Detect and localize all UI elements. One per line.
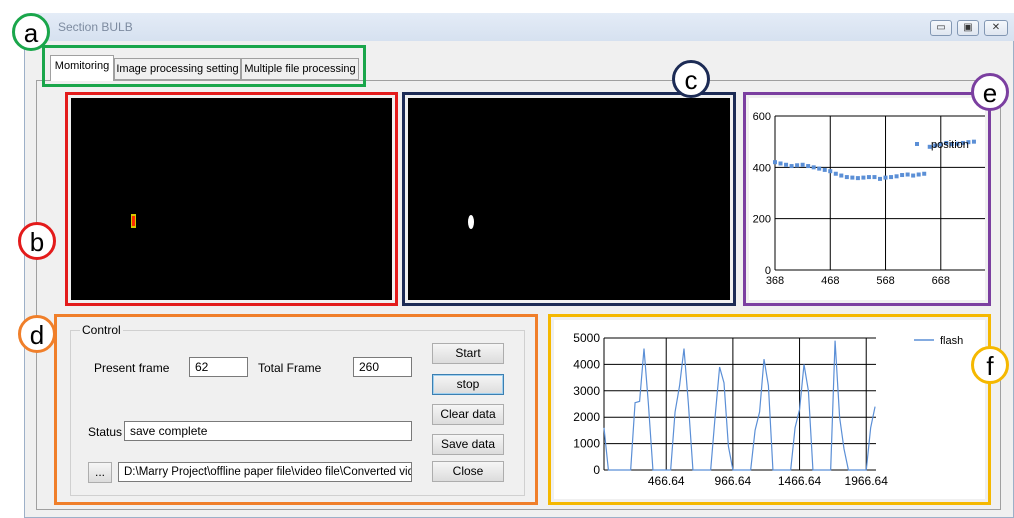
status-field[interactable]: save complete (124, 421, 412, 441)
present-frame-label: Present frame (94, 361, 170, 375)
data-point (833, 171, 838, 176)
binary-blob-svg (468, 215, 474, 229)
callout-b: b (18, 222, 56, 260)
y-tick-label: 3000 (573, 384, 600, 398)
y-tick-label: 0 (593, 463, 600, 477)
data-point (883, 175, 888, 180)
y-tick-label: 200 (753, 214, 771, 226)
raw-blob (132, 216, 135, 226)
data-point (839, 173, 844, 178)
callout-d: d (18, 315, 56, 353)
minimize-button[interactable]: ▭ (930, 20, 952, 36)
y-tick-label: 1000 (573, 437, 600, 451)
x-tick-label: 468 (821, 275, 839, 287)
x-tick-label: 568 (876, 275, 894, 287)
save-data-button[interactable]: Save data (432, 434, 504, 455)
processed-binary-view (408, 98, 730, 300)
data-point (971, 139, 976, 144)
data-point (905, 172, 910, 177)
data-point (784, 162, 789, 167)
data-point (900, 173, 905, 178)
close-window-button[interactable]: ✕ (984, 20, 1008, 36)
x-tick-label: 668 (932, 275, 950, 287)
x-tick-label: 368 (766, 275, 784, 287)
y-tick-label: 4000 (573, 357, 600, 371)
x-tick-label: 1966.64 (845, 474, 889, 488)
y-tick-label: 600 (753, 111, 771, 123)
data-point (795, 163, 800, 168)
binary-blob (468, 215, 474, 229)
x-tick-label: 1466.64 (778, 474, 822, 488)
data-point (894, 174, 899, 179)
data-point (778, 161, 783, 166)
position-chart-panel: 0 200 400 600 368 468 568 668 position (749, 98, 985, 300)
present-frame-field[interactable]: 62 (189, 357, 248, 377)
callout-e: e (971, 73, 1009, 111)
data-point (922, 171, 927, 176)
data-point (811, 165, 816, 170)
data-point (844, 175, 849, 180)
stop-button[interactable]: stop (432, 374, 504, 395)
y-tick-label: 2000 (573, 410, 600, 424)
data-point (911, 173, 916, 178)
data-point (828, 169, 833, 174)
y-tick-label: 5000 (573, 331, 600, 345)
flash-chart: 0 1000 2000 3000 4000 5000 466.64 966.64 1466.64… (573, 331, 963, 488)
flash-chart-panel: 0 1000 2000 3000 4000 5000 466.64 966.64 1466.64… (554, 320, 985, 499)
annotation-frame-tabs (42, 45, 366, 87)
window-title: Section BULB (58, 20, 133, 34)
total-frame-label: Total Frame (258, 361, 322, 375)
x-tick-label: 466.64 (648, 474, 685, 488)
callout-c: c (672, 60, 710, 98)
data-point (773, 160, 777, 165)
legend-label: position (931, 139, 969, 151)
data-point (889, 175, 894, 180)
data-point (872, 175, 877, 180)
clear-data-button[interactable]: Clear data (432, 404, 504, 425)
file-path-field[interactable]: D:\Marry Project\offline paper file\vide… (118, 462, 412, 482)
legend-marker (915, 142, 919, 146)
data-point (850, 175, 855, 180)
legend-label: flash (940, 335, 963, 347)
data-point (800, 162, 805, 167)
data-point (916, 172, 921, 177)
data-point (789, 164, 794, 169)
data-point (861, 175, 866, 180)
close-button[interactable]: Close (432, 461, 504, 482)
callout-a: a (12, 13, 50, 51)
x-tick-label: 966.64 (715, 474, 752, 488)
y-tick-label: 400 (753, 162, 771, 174)
data-point (866, 175, 871, 180)
data-point (806, 164, 811, 169)
raw-camera-view (71, 98, 392, 300)
data-point (822, 167, 827, 172)
position-chart: 0200400600368 468 568 668position (753, 111, 985, 287)
maximize-button[interactable]: ▣ (957, 20, 979, 36)
control-group-label: Control (80, 323, 123, 337)
data-point (855, 176, 860, 181)
title-bar (24, 13, 1014, 41)
total-frame-field[interactable]: 260 (353, 357, 412, 377)
data-point (878, 176, 882, 181)
start-button[interactable]: Start (432, 343, 504, 364)
browse-button[interactable]: ... (88, 462, 112, 483)
raw-blob-svg (131, 214, 136, 228)
series-line (603, 340, 876, 471)
data-point (817, 166, 822, 171)
callout-f: f (971, 346, 1009, 384)
status-label: Status (88, 425, 123, 439)
